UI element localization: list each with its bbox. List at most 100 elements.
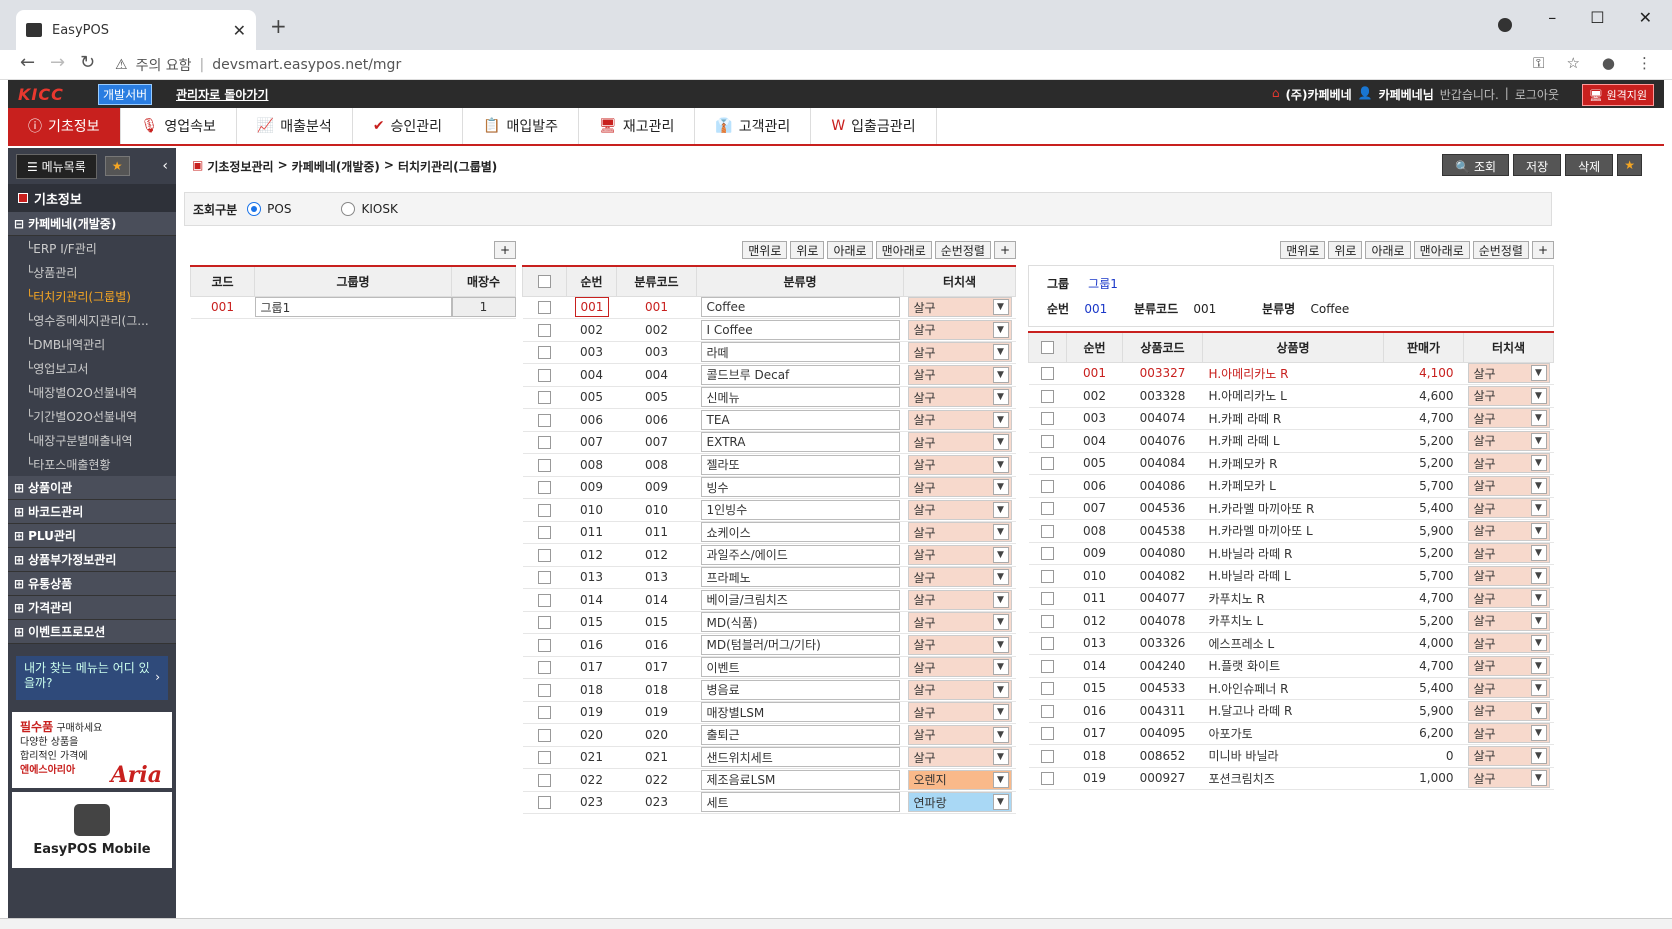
touch-color-select[interactable]: 살구 ▼ — [907, 364, 1012, 385]
table-row[interactable]: 016 016 MD(텀블러/머그/기타) 살구 ▼ — [522, 633, 1016, 657]
row-checkbox[interactable] — [538, 683, 551, 697]
cat-name-input[interactable]: 세트 — [700, 792, 900, 813]
table-row[interactable]: 008 004538 H.카라멜 마끼아또 L 5,900 살구 ▼ — [1028, 519, 1554, 543]
table-row[interactable]: 021 021 샌드위치세트 살구 ▼ — [522, 746, 1016, 769]
table-row[interactable]: 018 018 병음료 살구 ▼ — [522, 678, 1016, 702]
menu-list-button[interactable]: ☰ 메뉴목록 — [16, 153, 97, 179]
row-checkbox[interactable] — [538, 571, 551, 585]
table-row[interactable]: 001 그룹1 1 — [190, 296, 516, 319]
table-row[interactable]: 002 003328 H.아메리카노 L 4,600 살구 ▼ — [1028, 384, 1554, 408]
cat-name-input[interactable]: I Coffee — [700, 319, 900, 340]
touch-color-select[interactable]: 살구 ▼ — [907, 747, 1012, 768]
touch-color-select[interactable]: 살구 ▼ — [1467, 453, 1550, 474]
row-checkbox[interactable] — [1041, 457, 1054, 471]
table-row[interactable]: 019 019 매장별LSM 살구 ▼ — [522, 701, 1016, 724]
table-row[interactable]: 017 017 이벤트 살구 ▼ — [522, 656, 1016, 679]
table-row[interactable]: 015 004533 H.아인슈페너 R 5,400 살구 ▼ — [1028, 677, 1554, 700]
table-row[interactable]: 022 022 제조음료LSM 오렌지 ▼ — [522, 768, 1016, 792]
cat-move-top-button[interactable]: 맨위로 — [742, 241, 788, 259]
table-row[interactable]: 003 003 라떼 살구 ▼ — [522, 341, 1016, 364]
cat-name-input[interactable]: 제조음료LSM — [700, 769, 900, 790]
account-icon[interactable]: ● — [1602, 54, 1615, 72]
table-row[interactable]: 010 010 1인빙수 살구 ▼ — [522, 498, 1016, 522]
touch-color-select[interactable]: 살구 ▼ — [907, 612, 1012, 633]
table-row[interactable]: 012 012 과일주스/에이드 살구 ▼ — [522, 543, 1016, 567]
touch-color-select[interactable]: 살구 ▼ — [907, 657, 1012, 678]
row-checkbox[interactable] — [1041, 412, 1054, 426]
sidebar-item[interactable]: └ 기간별O2O선불내역 — [8, 404, 176, 428]
touch-color-select[interactable]: 살구 ▼ — [907, 409, 1012, 430]
forward-icon[interactable]: → — [50, 52, 65, 73]
seq-input[interactable]: 001 — [574, 297, 609, 318]
table-row[interactable]: 019 000927 포션크림치즈 1,000 살구 ▼ — [1028, 767, 1554, 790]
touch-color-select[interactable]: 살구 ▼ — [1467, 700, 1550, 721]
select-all-checkbox[interactable] — [1041, 341, 1054, 355]
touch-color-select[interactable]: 살구 ▼ — [907, 634, 1012, 655]
remote-support-button[interactable]: 🖥 원격지원 — [1582, 84, 1654, 106]
touch-color-select[interactable]: 살구 ▼ — [907, 454, 1012, 475]
touch-color-select[interactable]: 살구 ▼ — [1467, 678, 1550, 699]
touch-color-select[interactable]: 살구 ▼ — [1467, 430, 1550, 451]
cat-add-button[interactable]: + — [993, 241, 1016, 259]
key-icon[interactable]: ⚿ — [1533, 54, 1544, 72]
cat-name-input[interactable]: 1인빙수 — [700, 499, 900, 520]
sidebar-item[interactable]: └ 영업보고서 — [8, 356, 176, 380]
sidebar-group[interactable]: ⊞ 이벤트프로모션 — [8, 620, 176, 644]
prod-move-bottom-button[interactable]: 맨아래로 — [1413, 241, 1470, 259]
menu-item-2[interactable]: 📈 매출분석 — [237, 108, 353, 144]
table-row[interactable]: 011 011 쇼케이스 살구 ▼ — [522, 521, 1016, 544]
row-checkbox[interactable] — [1041, 704, 1054, 718]
sidebar-item[interactable]: └ 매장별O2O선불내역 — [8, 380, 176, 404]
table-row[interactable]: 016 004311 H.달고나 라떼 R 5,900 살구 ▼ — [1028, 699, 1554, 723]
touch-color-select[interactable]: 살구 ▼ — [907, 567, 1012, 588]
table-row[interactable]: 007 007 EXTRA 살구 ▼ — [522, 431, 1016, 454]
sidebar-item[interactable]: └ 영수증메세지관리(그... — [8, 308, 176, 332]
radio-off-icon[interactable] — [341, 202, 356, 216]
touch-color-select[interactable]: 살구 ▼ — [907, 702, 1012, 723]
touch-color-select[interactable]: 연파랑 ▼ — [907, 792, 1012, 813]
table-row[interactable]: 018 008652 미니바 바닐라 0 살구 ▼ — [1028, 744, 1554, 768]
sidebar-item[interactable]: └ 터치키관리(그룹별) — [8, 284, 176, 308]
table-row[interactable]: 008 008 젤라또 살구 ▼ — [522, 453, 1016, 477]
touch-color-select[interactable]: 살구 ▼ — [907, 387, 1012, 408]
touch-color-select[interactable]: 살구 ▼ — [1467, 475, 1550, 496]
row-checkbox[interactable] — [538, 346, 551, 360]
url-field[interactable]: ⚠ 주의 요함 | devsmart.easypos.net/mgr — [115, 51, 1495, 79]
row-checkbox[interactable] — [1041, 569, 1054, 583]
touch-color-select[interactable]: 살구 ▼ — [1467, 543, 1550, 564]
row-checkbox[interactable] — [538, 436, 551, 450]
cat-name-input[interactable]: 매장별LSM — [700, 702, 900, 723]
row-checkbox[interactable] — [538, 391, 551, 405]
group-name-input[interactable]: 그룹1 — [254, 297, 452, 318]
cat-move-up-button[interactable]: 위로 — [790, 241, 825, 259]
table-row[interactable]: 004 004 콜드브루 Decaf 살구 ▼ — [522, 363, 1016, 387]
touch-color-select[interactable]: 살구 ▼ — [907, 724, 1012, 745]
table-row[interactable]: 010 004082 H.바닐라 라떼 L 5,700 살구 ▼ — [1028, 564, 1554, 588]
cat-name-input[interactable]: 출퇴근 — [700, 724, 900, 745]
store-count-button[interactable]: 1 — [451, 297, 516, 318]
cat-name-input[interactable]: MD(식품) — [700, 612, 900, 633]
cat-name-input[interactable]: 샌드위치세트 — [700, 747, 900, 768]
logout-link[interactable]: 로그아웃 — [1515, 86, 1559, 103]
table-row[interactable]: 017 004095 아포가토 6,200 살구 ▼ — [1028, 722, 1554, 745]
sidebar-group[interactable]: ⊞ 상품부가정보관리 — [8, 548, 176, 572]
cat-name-input[interactable]: 병음료 — [700, 679, 900, 700]
menu-item-5[interactable]: 🖥 재고관리 — [579, 108, 696, 144]
table-row[interactable]: 001 001 Coffee 살구 ▼ — [522, 296, 1016, 319]
row-checkbox[interactable] — [1041, 389, 1054, 403]
touch-color-select[interactable]: 살구 ▼ — [907, 319, 1012, 340]
table-row[interactable]: 020 020 출퇴근 살구 ▼ — [522, 723, 1016, 747]
touch-color-select[interactable]: 살구 ▼ — [907, 679, 1012, 700]
sidebar-item[interactable]: └ 상품관리 — [8, 260, 176, 284]
radio-pos[interactable]: POS — [247, 202, 291, 216]
sidebar-item[interactable]: └ ERP I/F관리 — [8, 236, 176, 260]
cat-name-input[interactable]: Coffee — [700, 297, 900, 318]
row-checkbox[interactable] — [538, 706, 551, 720]
row-checkbox[interactable] — [1041, 434, 1054, 448]
back-to-admin-link[interactable]: 관리자로 돌아가기 — [176, 86, 269, 103]
table-row[interactable]: 001 003327 H.아메리카노 R 4,100 살구 ▼ — [1028, 362, 1554, 385]
touch-color-select[interactable]: 살구 ▼ — [907, 522, 1012, 543]
cat-name-input[interactable]: MD(텀블러/머그/기타) — [700, 634, 900, 655]
row-checkbox[interactable] — [538, 616, 551, 630]
more-menu-icon[interactable]: ⋮ — [1637, 54, 1652, 72]
